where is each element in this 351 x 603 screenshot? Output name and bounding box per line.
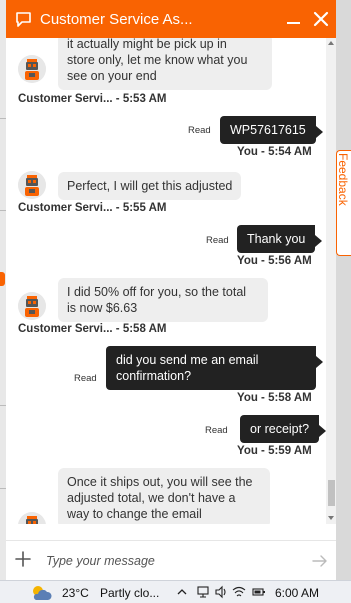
- message-line: Once it ships out, you will see the: [67, 475, 253, 489]
- taskbar-clock[interactable]: 6:00 AM: [275, 586, 319, 600]
- read-receipt: Read: [188, 125, 211, 136]
- agent-robot-icon: [18, 171, 46, 199]
- message-time: - 5:55 AM: [115, 202, 167, 214]
- network-icon[interactable]: [196, 585, 210, 599]
- message-line: did you send me an email: [116, 353, 259, 367]
- sender-name: Customer Servi...: [18, 323, 113, 335]
- agent-message-bubble: Perfect, I will get this adjusted: [58, 172, 242, 200]
- message-composer: [6, 540, 336, 580]
- message-list[interactable]: it actually might be pick up in store on…: [6, 38, 326, 524]
- add-attachment-icon[interactable]: [14, 550, 32, 568]
- scroll-down-arrow-icon[interactable]: [328, 516, 334, 520]
- close-icon[interactable]: [310, 8, 332, 30]
- message-line: Perfect, I will get this adjusted: [67, 179, 233, 193]
- chat-header: Customer Service As...: [6, 0, 336, 38]
- agent-robot-icon: [18, 512, 46, 524]
- battery-icon[interactable]: [252, 585, 266, 599]
- agent-avatar: [18, 292, 46, 320]
- send-arrow-icon[interactable]: [312, 553, 328, 569]
- agent-avatar: [18, 512, 46, 524]
- chat-bubble-icon: [16, 11, 31, 27]
- agent-robot-icon: [18, 55, 46, 83]
- read-receipt: Read: [206, 235, 229, 246]
- background-orange-marker: [0, 272, 5, 286]
- scroll-up-arrow-icon[interactable]: [328, 41, 334, 45]
- user-message-bubble: Thank you: [237, 225, 323, 253]
- sender-name: Customer Servi...: [18, 202, 113, 214]
- agent-message-meta: Customer Servi... - 5:55 AM: [18, 202, 167, 214]
- user-message-meta: You - 5:54 AM: [237, 146, 312, 158]
- feedback-tab[interactable]: Feedback: [336, 150, 351, 256]
- agent-message-meta: Customer Servi... - 5:53 AM: [18, 93, 167, 105]
- agent-message-bubble: Once it ships out, you will see the adju…: [58, 468, 270, 524]
- chevron-up-icon[interactable]: [175, 585, 189, 599]
- agent-message-bubble: it actually might be pick up in store on…: [58, 38, 272, 90]
- minimize-button[interactable]: [284, 10, 304, 28]
- chat-title: Customer Service As...: [40, 10, 193, 28]
- message-line: adjusted total, we don't have a: [67, 491, 236, 505]
- user-message-meta: You - 5:56 AM: [237, 255, 312, 267]
- user-message-meta: You - 5:58 AM: [237, 392, 312, 404]
- user-message-bubble: WP57617615: [220, 116, 323, 144]
- agent-avatar: [18, 171, 46, 199]
- message-input[interactable]: [46, 551, 296, 571]
- partly-cloudy-icon[interactable]: [30, 584, 52, 602]
- weather-temperature[interactable]: 23°C: [62, 586, 89, 600]
- scrollbar-thumb[interactable]: [328, 480, 335, 506]
- message-line: see on your end: [67, 69, 157, 83]
- speaker-icon[interactable]: [214, 585, 228, 599]
- message-time: - 5:58 AM: [115, 323, 167, 335]
- chat-widget: Customer Service As... it actually might…: [6, 0, 336, 580]
- sender-name: Customer Servi...: [18, 93, 113, 105]
- agent-message-bubble: I did 50% off for you, so the total is n…: [58, 278, 268, 322]
- message-line: store only, let me know what you: [67, 53, 248, 67]
- user-message-meta: You - 5:59 AM: [237, 445, 312, 457]
- message-line: it actually might be pick up in: [67, 38, 227, 51]
- message-line: I did 50% off for you, so the total: [67, 285, 247, 299]
- feedback-label: Feedback: [336, 153, 350, 206]
- message-line: confirmation?: [116, 369, 192, 383]
- message-scrollbar[interactable]: [326, 38, 336, 524]
- wifi-icon[interactable]: [232, 585, 246, 599]
- weather-condition[interactable]: Partly clo...: [100, 586, 159, 600]
- agent-avatar: [18, 55, 46, 83]
- user-message-bubble: did you send me an email confirmation?: [106, 346, 323, 390]
- message-time: - 5:53 AM: [115, 93, 167, 105]
- message-line: is now $6.63: [67, 301, 138, 315]
- read-receipt: Read: [205, 425, 228, 436]
- read-receipt: Read: [74, 373, 97, 384]
- windows-taskbar: 23°C Partly clo... 6:00 AM: [0, 580, 351, 603]
- user-message-bubble: or receipt?: [240, 415, 326, 443]
- message-line: way to change the email: [67, 507, 202, 521]
- agent-message-meta: Customer Servi... - 5:58 AM: [18, 323, 167, 335]
- agent-robot-icon: [18, 292, 46, 320]
